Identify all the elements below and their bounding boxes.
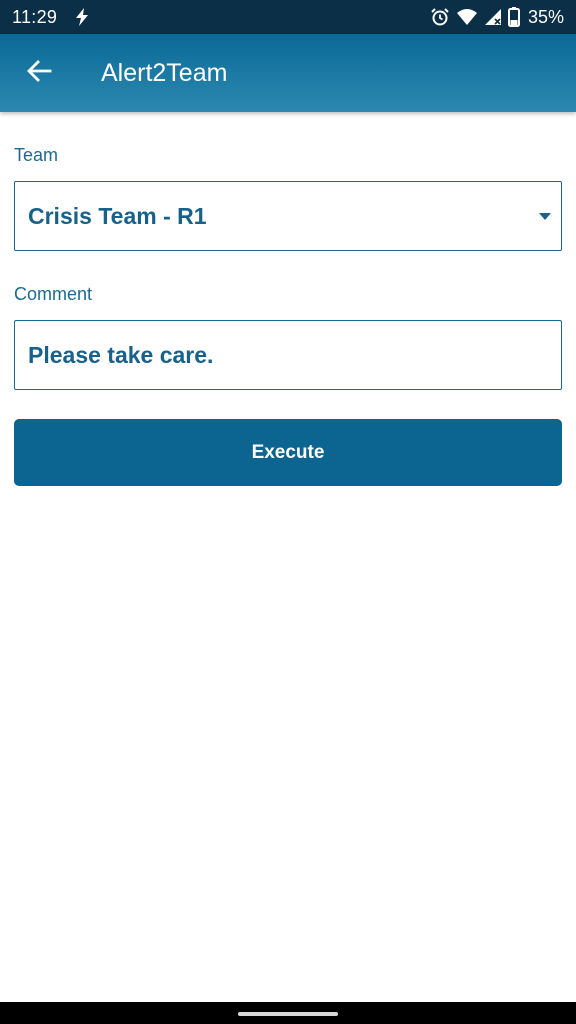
battery-icon bbox=[507, 7, 520, 27]
caret-down-icon bbox=[539, 212, 551, 220]
status-time: 11:29 bbox=[12, 6, 58, 27]
execute-button[interactable]: Execute bbox=[14, 419, 562, 486]
wifi-icon bbox=[456, 8, 478, 26]
team-select[interactable]: Crisis Team - R1 bbox=[14, 181, 562, 251]
team-select-value: Crisis Team - R1 bbox=[28, 202, 207, 229]
signal-icon bbox=[484, 8, 502, 26]
battery-percent: 35% bbox=[527, 6, 564, 27]
flash-icon bbox=[75, 8, 89, 26]
comment-input[interactable]: Please take care. bbox=[14, 320, 562, 390]
execute-button-label: Execute bbox=[251, 441, 325, 463]
page-title: Alert2Team bbox=[101, 58, 228, 87]
app-bar: Alert2Team bbox=[0, 34, 576, 112]
back-button[interactable] bbox=[11, 45, 67, 101]
alarm-icon bbox=[430, 7, 450, 27]
comment-input-value: Please take care. bbox=[28, 341, 214, 368]
status-bar: 11:29 35% bbox=[0, 0, 576, 34]
team-label: Team bbox=[14, 145, 59, 165]
comment-label: Comment bbox=[14, 284, 93, 304]
status-bar-right: 35% bbox=[430, 7, 564, 28]
home-gesture-handle[interactable] bbox=[238, 1012, 338, 1016]
navigation-bar bbox=[0, 1002, 576, 1024]
arrow-left-icon bbox=[26, 59, 52, 87]
status-bar-left: 11:29 bbox=[12, 7, 89, 28]
screen: 11:29 35% Alert2Team Team Crisis Team - … bbox=[0, 0, 576, 1024]
